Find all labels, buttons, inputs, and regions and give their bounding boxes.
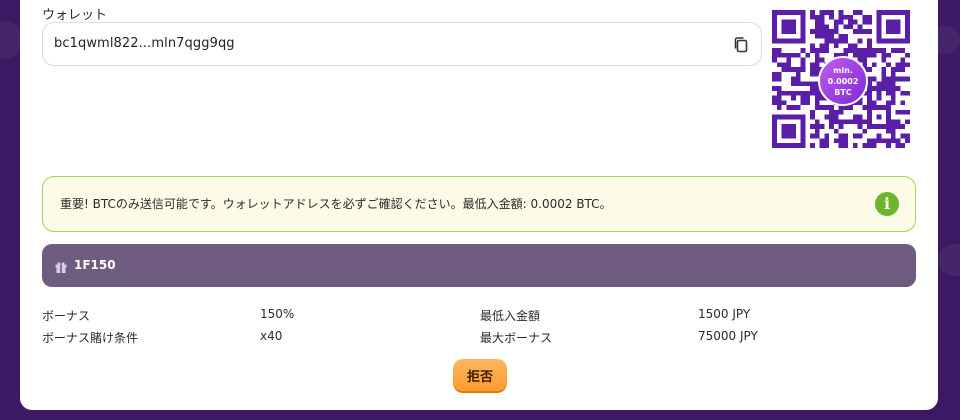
- bonus-value: 150%: [260, 307, 295, 321]
- wallet-address-field[interactable]: bc1qwml822...mln7qgg9qg: [42, 22, 762, 66]
- gift-icon: [54, 259, 68, 273]
- bonus-code: 1F150: [74, 258, 116, 272]
- wager-label: ボーナス賭け条件: [42, 331, 139, 345]
- wager-value: x40: [260, 329, 283, 343]
- notice-text: 重要! BTCのみ送信可能です。ウォレットアドレスを必ずご確認ください。最低入金…: [60, 197, 612, 211]
- badge-amount: 0.0002: [827, 76, 859, 86]
- max-bonus-label: 最大ボーナス: [480, 331, 553, 345]
- copy-icon[interactable]: [731, 35, 751, 55]
- info-icon[interactable]: i: [875, 192, 899, 216]
- important-notice: 重要! BTCのみ送信可能です。ウォレットアドレスを必ずご確認ください。最低入金…: [42, 176, 916, 232]
- min-deposit-label: 最低入金額: [480, 309, 541, 323]
- min-deposit-badge: min. 0.0002 BTC: [818, 56, 868, 106]
- min-deposit-value: 1500 JPY: [698, 307, 751, 321]
- wallet-label: ウォレット: [42, 8, 108, 23]
- wallet-address[interactable]: bc1qwml822...mln7qgg9qg: [54, 36, 235, 51]
- bonus-code-bar[interactable]: 1F150: [42, 244, 916, 287]
- reject-button[interactable]: 拒否: [453, 359, 507, 391]
- max-bonus-value: 75000 JPY: [698, 329, 758, 343]
- badge-currency: BTC: [834, 87, 852, 97]
- bonus-label: ボーナス: [42, 309, 91, 323]
- badge-min-label: min.: [833, 65, 853, 75]
